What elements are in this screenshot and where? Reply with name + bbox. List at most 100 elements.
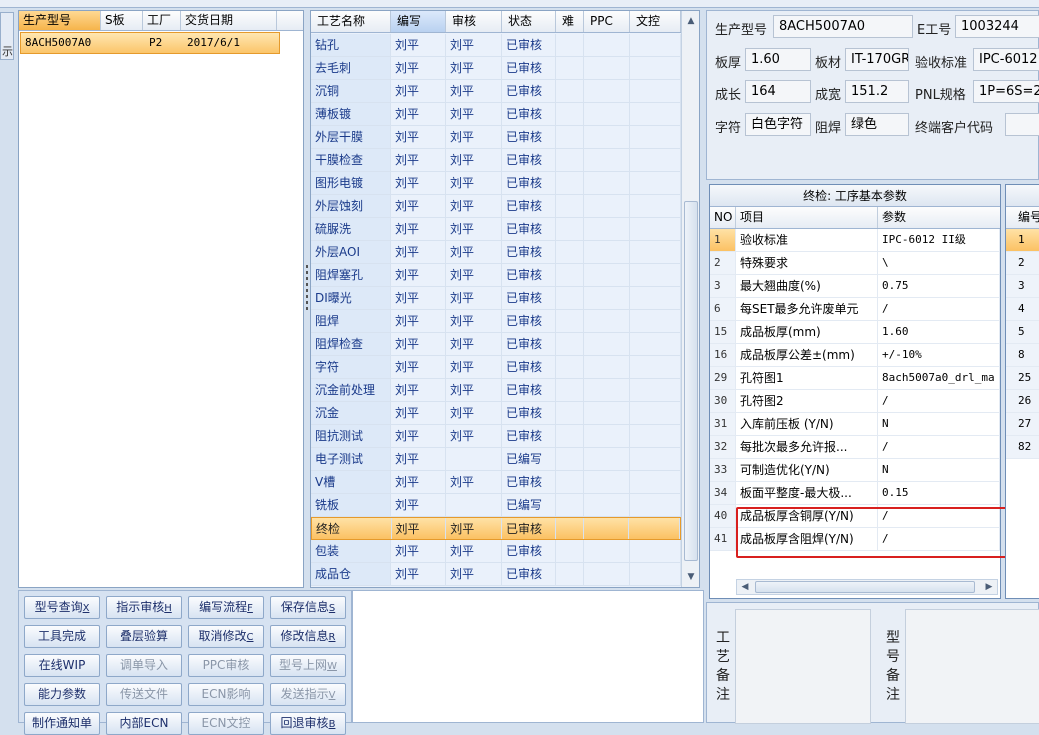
col-s-board[interactable]: S板 [101,11,143,30]
model-field[interactable]: 8ACH5007A0 [773,15,913,38]
secondary-row[interactable]: 27 [1006,413,1039,436]
param-row[interactable]: 15 成品板厚(mm) 1.60 [710,321,1000,344]
process-note-box[interactable] [735,609,871,724]
col-process-name[interactable]: 工艺名称 [311,11,391,32]
action-button[interactable]: 在线WIP [24,654,100,677]
process-row[interactable]: 包装 刘平 刘平 已审核 [311,540,681,563]
process-row[interactable]: 薄板镀 刘平 刘平 已审核 [311,103,681,126]
action-button[interactable]: 工具完成 [24,625,100,648]
action-button[interactable]: 修改信息R [270,625,346,648]
process-vertical-scrollbar[interactable]: ▲ ▼ [681,11,699,587]
action-button[interactable]: 发送指示V [270,683,346,706]
secondary-row[interactable]: 2 [1006,252,1039,275]
process-row[interactable]: 阻焊检查 刘平 刘平 已审核 [311,333,681,356]
scroll-up-icon[interactable]: ▲ [682,13,699,29]
action-button[interactable]: 型号上网W [270,654,346,677]
model-note-box[interactable] [905,609,1039,724]
action-button[interactable]: 能力参数 [24,683,100,706]
action-button[interactable]: 回退审核B [270,712,346,735]
param-row[interactable]: 34 板面平整度-最大极... 0.15 [710,482,1000,505]
process-row[interactable]: 外层蚀刻 刘平 刘平 已审核 [311,195,681,218]
action-button[interactable]: 保存信息S [270,596,346,619]
process-row[interactable]: 成品仓 刘平 刘平 已审核 [311,563,681,586]
process-row[interactable]: 字符 刘平 刘平 已审核 [311,356,681,379]
param-row[interactable]: 30 孔符图2/ [710,390,1000,413]
param-row[interactable]: 16 成品板厚公差±(mm) +/-10% [710,344,1000,367]
col-delivery[interactable]: 交货日期 [181,11,277,30]
action-button[interactable]: PPC审核 [188,654,264,677]
process-row[interactable]: 外层干膜 刘平 刘平 已审核 [311,126,681,149]
char-field[interactable]: 白色字符 [745,113,811,136]
action-button[interactable]: 指示审核H [106,596,182,619]
length-field[interactable]: 164 [745,80,811,103]
process-row[interactable]: 阻焊塞孔 刘平 刘平 已审核 [311,264,681,287]
col-model[interactable]: 生产型号 [19,11,101,30]
param-row[interactable]: 1 验收标准 IPC-6012 II级 [710,229,1000,252]
material-field[interactable]: IT-170GR [845,48,909,71]
scroll-left-icon[interactable]: ◀ [737,580,753,594]
process-row[interactable]: 干膜检查 刘平 刘平 已审核 [311,149,681,172]
param-row[interactable]: 32 每批次最多允许报... / [710,436,1000,459]
process-row[interactable]: 阻抗测试 刘平 刘平 已审核 [311,425,681,448]
customer-field[interactable] [1005,113,1039,136]
secondary-col-header[interactable]: 编号 [1006,207,1039,229]
scroll-right-icon[interactable]: ▶ [981,580,997,594]
col-writer[interactable]: 编写 [391,11,446,32]
action-button[interactable]: 型号查询X [24,596,100,619]
param-row[interactable]: 33 可制造优化(Y/N) N [710,459,1000,482]
standard-field[interactable]: IPC-6012 [973,48,1039,71]
param-horizontal-scrollbar[interactable]: ◀ ▶ [736,579,998,595]
left-collapse-tab[interactable]: 示 [0,12,14,60]
process-row[interactable]: 外层AOI 刘平 刘平 已审核 [311,241,681,264]
secondary-row[interactable]: 26 [1006,390,1039,413]
col-no[interactable]: NO [710,207,736,228]
process-row[interactable]: 沉铜 刘平 刘平 已审核 [311,80,681,103]
process-row[interactable]: V槽 刘平 刘平 已审核 [311,471,681,494]
action-button[interactable]: 取消修改C [188,625,264,648]
process-row[interactable]: 电子测试 刘平 已编写 [311,448,681,471]
process-row[interactable]: DI曝光 刘平 刘平 已审核 [311,287,681,310]
action-button[interactable]: 传送文件 [106,683,182,706]
order-row[interactable]: 8ACH5007A0 P2 2017/6/1 [20,32,280,54]
secondary-row[interactable]: 25 [1006,367,1039,390]
process-row[interactable]: 去毛刺 刘平 刘平 已审核 [311,57,681,80]
param-row[interactable]: 3 最大翘曲度(%) 0.75 [710,275,1000,298]
col-doc-control[interactable]: 文控 [630,11,681,32]
param-row[interactable]: 2 特殊要求 \ [710,252,1000,275]
col-status[interactable]: 状态 [502,11,556,32]
action-button[interactable]: 内部ECN [106,712,182,735]
process-row[interactable]: 阻焊 刘平 刘平 已审核 [311,310,681,333]
eno-field[interactable]: 1003244 [955,15,1039,38]
process-row[interactable]: 终检 刘平 刘平 已审核 [311,517,681,540]
process-row[interactable]: 图形电镀 刘平 刘平 已审核 [311,172,681,195]
secondary-row[interactable]: 1 [1006,229,1039,252]
mask-field[interactable]: 绿色 [845,113,909,136]
param-row[interactable]: 29 孔符图1 8ach5007a0_drl_ma [710,367,1000,390]
param-row[interactable]: 6 每SET最多允许废单元 / [710,298,1000,321]
action-button[interactable]: 制作通知单 [24,712,100,735]
process-row[interactable]: 铣板 刘平 已编写 [311,494,681,517]
col-ppc[interactable]: PPC [584,11,630,32]
col-reviewer[interactable]: 审核 [446,11,502,32]
secondary-row[interactable]: 82 [1006,436,1039,459]
thickness-field[interactable]: 1.60 [745,48,811,71]
process-row[interactable]: 硫脲洗 刘平 刘平 已审核 [311,218,681,241]
action-button[interactable]: 调单导入 [106,654,182,677]
process-row[interactable]: 沉金 刘平 刘平 已审核 [311,402,681,425]
secondary-row[interactable]: 8 [1006,344,1039,367]
secondary-row[interactable]: 5 [1006,321,1039,344]
col-difficulty[interactable]: 难 [556,11,584,32]
col-value[interactable]: 参数 [878,207,1000,228]
secondary-row[interactable]: 4 [1006,298,1039,321]
col-factory[interactable]: 工厂 [143,11,181,30]
param-row[interactable]: 31 入库前压板 (Y/N) N [710,413,1000,436]
process-row[interactable]: 钻孔 刘平 刘平 已审核 [311,34,681,57]
process-row[interactable]: 沉金前处理 刘平 刘平 已审核 [311,379,681,402]
action-button[interactable]: 编写流程F [188,596,264,619]
param-scroll-thumb[interactable] [755,581,975,593]
action-button[interactable]: ECN影响 [188,683,264,706]
width-field[interactable]: 151.2 [845,80,909,103]
scroll-thumb[interactable] [684,201,698,561]
secondary-row[interactable]: 3 [1006,275,1039,298]
pnl-field[interactable]: 1P=6S=2 [973,80,1039,103]
